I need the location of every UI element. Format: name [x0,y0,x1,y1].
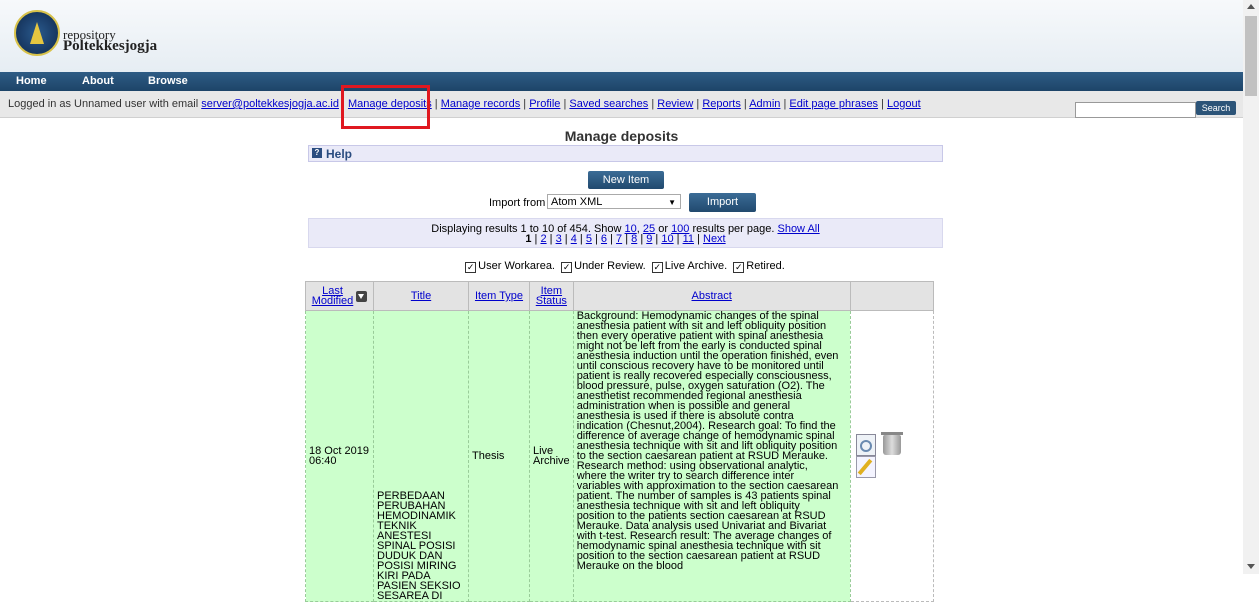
table-row: 18 Oct 2019 06:40 PERBEDAAN PERUBAHAN HEM… [305,310,934,602]
link-profile[interactable]: Profile [529,98,560,110]
filter-live-archive[interactable]: ✓ Live Archive. [651,260,727,273]
page-link[interactable]: 11 [683,233,694,245]
edit-icon[interactable] [855,456,876,478]
cell-title: PERBEDAAN PERUBAHAN HEMODINAMIK TEKNIK A… [373,310,469,602]
link-manage-records[interactable]: Manage records [441,98,521,110]
cell-item-status: Live Archive [529,310,574,602]
page-title: Manage deposits [564,128,679,144]
next-page-link[interactable]: Next [703,233,726,245]
col-item-type[interactable]: Item Type [468,281,530,311]
page-link[interactable]: 7 [616,233,622,245]
link-review[interactable]: Review [657,98,693,110]
link-admin[interactable]: Admin [749,98,780,110]
brand-name[interactable]: Poltekkesjogja [63,38,157,55]
checkbox-checked-icon[interactable]: ✓ [733,262,745,273]
import-format-value: Atom XML [551,196,603,208]
page-link[interactable]: 4 [571,233,577,245]
col-last-modified[interactable]: Last Modified [305,281,374,311]
filter-retired[interactable]: ✓ Retired. [733,260,785,273]
cell-last-modified: 18 Oct 2019 06:40 [305,310,374,602]
cell-abstract: Background: Hemodynamic changes of the s… [572,310,851,602]
col-item-status[interactable]: Item Status [529,281,574,311]
cell-item-type: Thesis [468,310,530,602]
page-link[interactable]: 9 [646,233,652,245]
nav-browse[interactable]: Browse [148,75,188,87]
table-header-row: Last Modified Title Item Type Item Status… [305,281,934,311]
page-link[interactable]: 10 [661,233,673,245]
logged-in-text: Logged in as Unnamed user with email [8,98,199,110]
checkbox-checked-icon[interactable]: ✓ [561,262,573,273]
scroll-up-arrow-icon[interactable] [1247,4,1255,9]
help-label[interactable]: Help [326,147,352,161]
user-email-link[interactable]: server@poltekkesjogja.ac.id [201,98,339,110]
help-bar[interactable]: ? Help [308,145,943,162]
col-actions [849,281,934,311]
filter-user-workarea[interactable]: ✓ User Workarea. [465,260,555,273]
page-link[interactable]: 3 [556,233,562,245]
scroll-down-arrow-icon[interactable] [1247,564,1255,569]
import-button[interactable]: Import [689,193,756,212]
help-icon: ? [312,148,322,158]
page-link[interactable]: 5 [586,233,592,245]
col-abstract[interactable]: Abstract [572,281,851,311]
link-logout[interactable]: Logout [887,98,921,110]
col-title[interactable]: Title [373,281,469,311]
page-link[interactable]: 2 [540,233,546,245]
search-input[interactable] [1075,102,1196,118]
new-item-button[interactable]: New Item [588,171,664,189]
checkbox-checked-icon[interactable]: ✓ [465,262,477,273]
main-nav: Home About Browse [0,72,1243,91]
current-page: 1 [525,233,532,245]
scroll-thumb[interactable] [1245,16,1257,96]
page-link[interactable]: 8 [631,233,637,245]
link-saved-searches[interactable]: Saved searches [569,98,648,110]
poltekkes-logo-icon[interactable] [14,10,60,56]
highlight-annotation [341,85,430,129]
import-label: Import from [489,197,546,209]
cell-actions [849,310,934,602]
link-reports[interactable]: Reports [702,98,741,110]
chevron-down-icon: ▼ [668,198,676,207]
nav-about[interactable]: About [82,75,114,87]
view-item-icon[interactable] [855,434,876,456]
checkbox-checked-icon[interactable]: ✓ [651,262,663,273]
scrollbar[interactable] [1243,0,1259,574]
link-edit-page-phrases[interactable]: Edit page phrases [789,98,878,110]
site-header: repository Poltekkesjogja [0,0,1243,72]
trash-icon[interactable] [880,432,903,455]
pagination-bar: Displaying results 1 to 10 of 454. Show … [308,218,943,248]
deposits-table: Last Modified Title Item Type Item Status… [305,281,934,602]
search-button[interactable]: Search [1196,101,1236,115]
filter-under-review[interactable]: ✓ Under Review. [561,260,646,273]
page-link[interactable]: 6 [601,233,607,245]
user-toolbar: Logged in as Unnamed user with email ser… [0,91,1243,118]
import-format-select[interactable]: Atom XML ▼ [547,194,681,209]
nav-home[interactable]: Home [16,75,47,87]
sort-desc-icon[interactable] [356,290,368,302]
status-filters: ✓ User Workarea. ✓ Under Review. ✓ Live Arc… [0,260,1250,273]
